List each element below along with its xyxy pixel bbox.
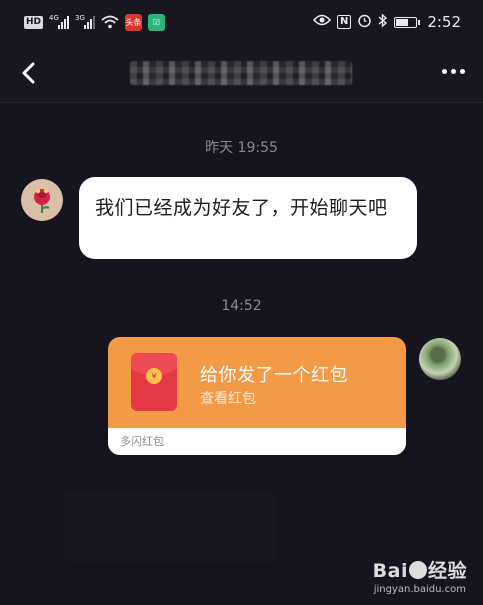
status-bar: HD 4G 3G 头条 ☑ N 2:52: [0, 0, 483, 44]
red-packet-subtitle: 查看红包: [200, 391, 256, 407]
baidu-watermark: Bai 经验 jingyan.baidu.com: [373, 556, 467, 595]
more-options-button[interactable]: [442, 69, 465, 74]
friend-avatar[interactable]: [21, 179, 63, 221]
back-button[interactable]: [14, 58, 42, 88]
red-packet-footer: 多闪红包: [108, 428, 406, 455]
paw-icon: [408, 561, 427, 579]
bluetooth-icon: [378, 12, 388, 32]
status-right: N 2:52: [312, 12, 461, 32]
alarm-icon: [357, 13, 372, 32]
signal-type-label: 4G: [49, 13, 59, 22]
red-packet-message[interactable]: ¥ 给你发了一个红包 查看红包 多闪红包: [108, 337, 406, 455]
nfc-icon: N: [336, 15, 352, 29]
cell-signal-icon: 4G: [49, 13, 70, 29]
my-avatar[interactable]: [419, 338, 461, 380]
status-time: 2:52: [427, 13, 461, 31]
cell-signal-icon: 3G: [75, 13, 96, 29]
battery-icon: [394, 16, 421, 28]
watermark-url: jingyan.baidu.com: [373, 584, 466, 595]
status-left: HD 4G 3G 头条 ☑: [24, 13, 166, 31]
wifi-icon: [101, 15, 119, 29]
red-packet-title: 给你发了一个红包: [200, 365, 348, 386]
chevron-left-icon: [22, 62, 35, 84]
rose-avatar-icon: [34, 188, 50, 213]
blurred-region: [64, 492, 276, 562]
friend-message-bubble[interactable]: 我们已经成为好友了，开始聊天吧: [79, 177, 417, 259]
red-envelope-icon: ¥: [131, 353, 177, 411]
eye-icon: [312, 14, 332, 30]
signal-type-label: 3G: [75, 13, 85, 22]
more-dots-icon: [442, 69, 447, 74]
hd-badge: HD: [24, 15, 44, 29]
message-timestamp: 昨天 19:55: [205, 140, 278, 156]
contact-name-blurred: [130, 61, 352, 85]
watermark-logo: Bai 经验: [372, 560, 467, 582]
news-app-icon: 头条: [125, 13, 143, 31]
message-timestamp: 14:52: [221, 298, 262, 314]
coin-icon: ¥: [146, 368, 162, 384]
app-notification-icon: ☑: [148, 13, 166, 31]
chat-header: [0, 44, 483, 103]
